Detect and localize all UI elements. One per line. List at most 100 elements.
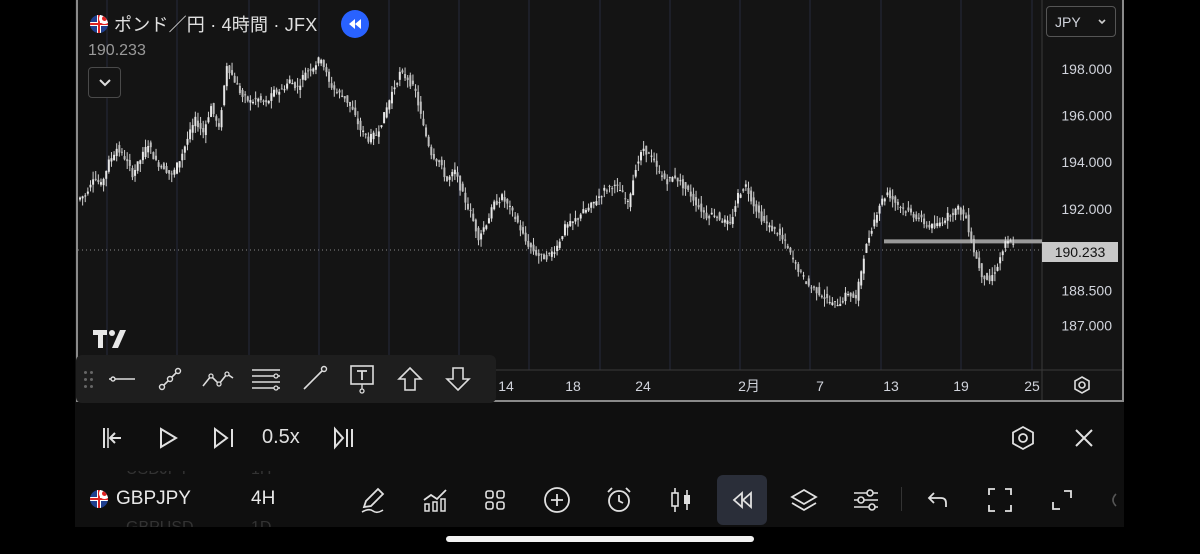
candle-body: [936, 223, 939, 227]
replay-speed-button[interactable]: 0.5x: [262, 426, 300, 449]
candle-body: [223, 85, 226, 106]
replay-step-forward-button[interactable]: [208, 422, 240, 454]
candle-body: [1012, 243, 1015, 245]
object-tree-button[interactable]: [779, 475, 829, 525]
chart-area[interactable]: 198.000 196.000 194.000 192.000 188.500 187.0…: [76, 0, 1124, 402]
candle-body: [443, 167, 446, 178]
home-indicator: [446, 536, 754, 542]
candle-body: [692, 193, 695, 201]
arrow-up-tool[interactable]: [386, 355, 434, 403]
layouts-button[interactable]: [470, 475, 520, 525]
candle-body: [84, 195, 87, 197]
candle-body: [642, 148, 645, 151]
replay-button[interactable]: [717, 475, 767, 525]
candle-body: [377, 131, 380, 137]
candle-body: [417, 91, 420, 106]
candle-body: [928, 224, 931, 228]
candle-body: [784, 239, 787, 241]
candle-body: [175, 162, 178, 174]
currency-value: JPY: [1055, 13, 1081, 30]
more-tools-edge[interactable]: [1100, 475, 1124, 525]
chart-type-button[interactable]: [656, 475, 706, 525]
candle-body: [351, 106, 354, 110]
text-tool[interactable]: [338, 355, 386, 403]
candle-body: [708, 215, 711, 219]
candle-body: [398, 71, 401, 80]
symbol-selector[interactable]: GBPJPY: [90, 488, 191, 510]
candle-body: [186, 138, 189, 145]
ray-tool[interactable]: [290, 355, 338, 403]
candle-body: [233, 75, 236, 83]
replay-close-button[interactable]: [1068, 422, 1100, 454]
candle-body: [335, 91, 338, 93]
candle-body: [309, 69, 312, 71]
candle-body: [561, 236, 564, 240]
candle-body: [474, 219, 477, 232]
indicators-button[interactable]: [410, 475, 460, 525]
candle-body: [307, 70, 310, 72]
screenshot-button[interactable]: [975, 475, 1025, 525]
replay-play-button[interactable]: [152, 422, 184, 454]
candle-body: [508, 205, 511, 207]
replay-settings-button[interactable]: [1007, 422, 1039, 454]
candle-body: [723, 219, 726, 223]
path-tool[interactable]: [194, 355, 242, 403]
candle-body: [314, 65, 317, 70]
candle-body: [962, 209, 965, 215]
toolbar-separator: [901, 487, 902, 511]
candle-body: [608, 185, 611, 187]
candle-body: [660, 175, 663, 177]
legend-collapse-button[interactable]: [88, 67, 121, 98]
candle-body: [836, 305, 839, 307]
candle-body: [453, 169, 456, 175]
candle-body: [267, 100, 270, 104]
candle-body: [537, 253, 540, 257]
drawing-toolbar[interactable]: [76, 355, 496, 403]
chart-settings-button[interactable]: [841, 475, 891, 525]
candle-body: [341, 95, 344, 97]
horizontal-line-tool[interactable]: [98, 355, 146, 403]
undo-button[interactable]: [913, 475, 963, 525]
arrow-down-icon: [445, 367, 471, 392]
candle-body: [755, 204, 758, 212]
candle-body: [152, 152, 155, 160]
candle-body: [621, 190, 624, 192]
replay-mode-icon[interactable]: [341, 10, 370, 38]
alerts-button[interactable]: [594, 475, 644, 525]
candle-body: [713, 215, 716, 217]
candle-body: [89, 184, 92, 188]
candle-body: [532, 244, 535, 252]
candle-body: [917, 217, 920, 219]
fib-channel-tool[interactable]: [242, 355, 290, 403]
candle-body: [684, 182, 687, 189]
trend-line-tool[interactable]: [146, 355, 194, 403]
candle-body: [252, 101, 255, 104]
candle-body: [828, 302, 831, 304]
candle-body: [299, 85, 302, 90]
axis-settings-button[interactable]: [1042, 370, 1122, 400]
candle-body: [852, 293, 855, 298]
candle-body: [128, 159, 131, 166]
gbpjpy-flag-icon: [90, 490, 108, 508]
candle-body: [574, 218, 577, 222]
candle-body: [1004, 241, 1007, 248]
candle-body: [553, 252, 556, 254]
replay-jump-realtime-button[interactable]: [328, 422, 360, 454]
drawing-tools-button[interactable]: [348, 475, 398, 525]
fullscreen-button[interactable]: [1037, 475, 1087, 525]
replay-jump-start-button[interactable]: [96, 422, 128, 454]
arrow-down-tool[interactable]: [434, 355, 482, 403]
candle-body: [619, 190, 622, 192]
add-button[interactable]: [532, 475, 582, 525]
toolbar-drag-handle[interactable]: [84, 369, 98, 389]
candle-body: [668, 177, 671, 179]
price-axis-label: 192.000: [1061, 201, 1112, 217]
candle-body: [165, 165, 168, 173]
currency-select[interactable]: JPY: [1046, 6, 1116, 37]
time-axis-label: 7: [816, 378, 824, 394]
price-chart[interactable]: 198.000 196.000 194.000 192.000 188.500 187.0…: [78, 0, 1122, 402]
candle-body: [923, 218, 926, 225]
candle-body: [210, 106, 213, 117]
candle-body: [993, 272, 996, 274]
interval-selector[interactable]: 4H: [251, 488, 275, 510]
